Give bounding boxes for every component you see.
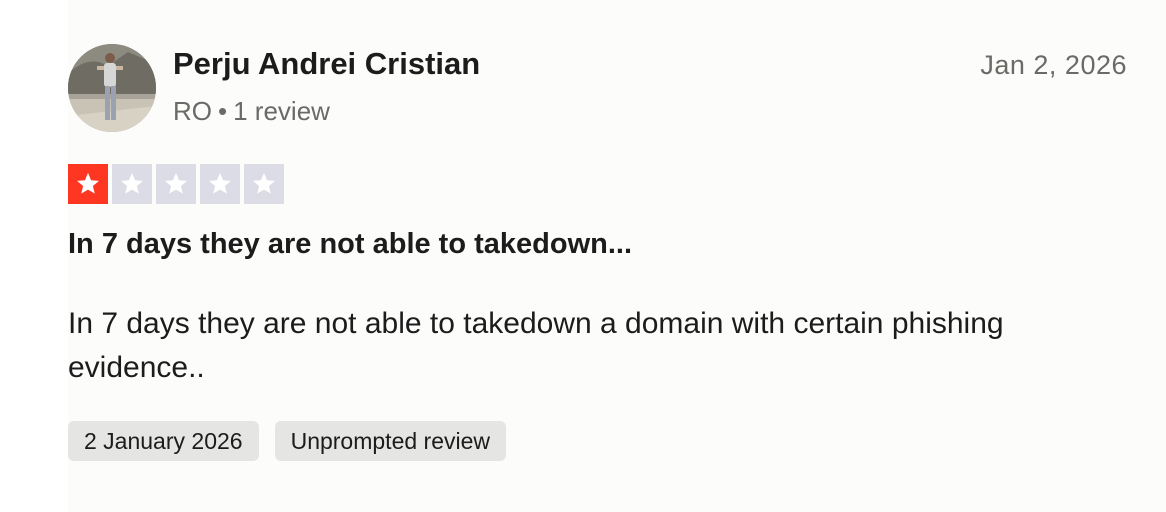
star-filled-icon [68,164,108,204]
review-body: In 7 days they are not able to takedown … [68,307,1004,384]
review-date: Jan 2, 2026 [980,50,1127,80]
avatar-photo [68,44,156,132]
author-meta: RO • 1 review [173,96,330,127]
author-country: RO [173,96,212,126]
author-review-count: 1 review [233,96,330,126]
meta-separator: • [218,96,228,126]
avatar[interactable] [68,44,156,132]
star-empty-icon [200,164,240,204]
star-empty-icon [156,164,196,204]
review-card: Perju Andrei Cristian RO • 1 review Jan 2,… [68,0,1166,512]
page-margin [0,0,68,512]
star-empty-icon [244,164,284,204]
author-name[interactable]: Perju Andrei Cristian [173,46,480,82]
unprompted-review-tag[interactable]: Unprompted review [274,421,506,461]
experience-date-tag: 2 January 2026 [68,421,259,461]
star-rating [68,164,284,204]
review-tags: 2 January 2026 Unprompted review [68,421,506,461]
review-title[interactable]: In 7 days they are not able to takedown.… [68,228,632,261]
star-empty-icon [112,164,152,204]
